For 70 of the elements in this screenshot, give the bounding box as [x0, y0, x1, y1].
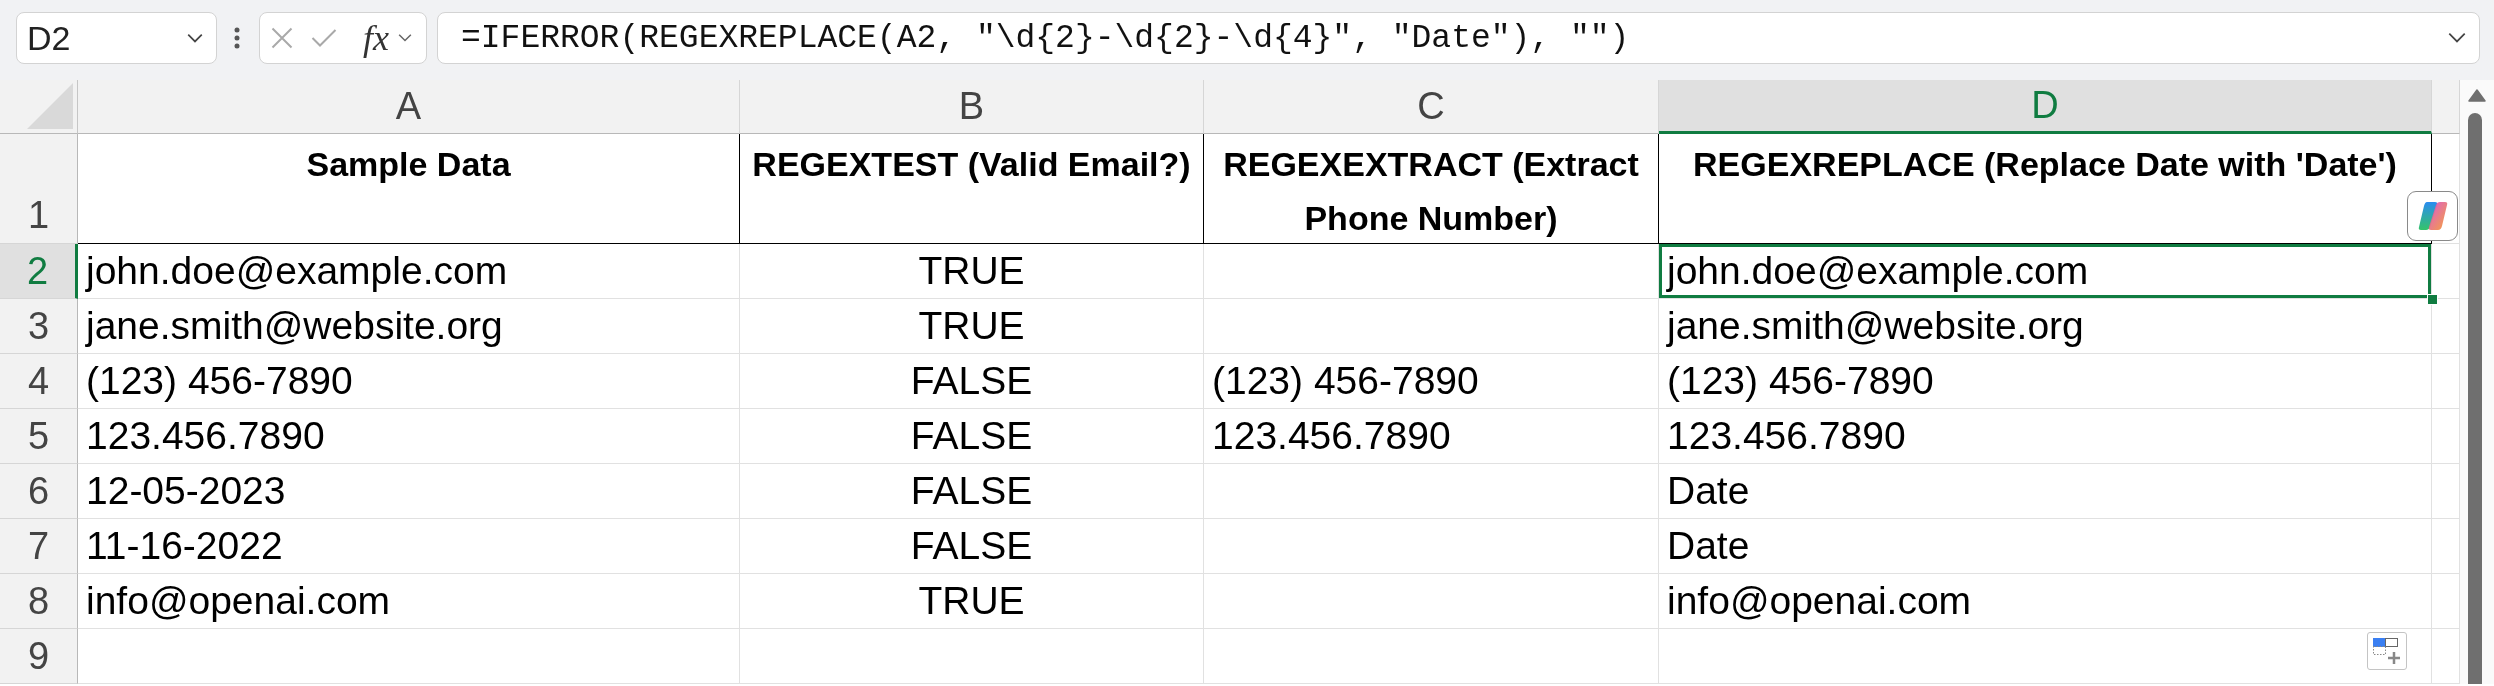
row-header[interactable]: 6 — [0, 464, 78, 519]
table-cell[interactable]: TRUE — [740, 244, 1204, 299]
empty-cell[interactable] — [1204, 464, 1659, 519]
table-cell[interactable]: Date — [1659, 519, 2432, 574]
assistant-button[interactable] — [2407, 191, 2458, 241]
chevron-down-icon[interactable] — [2447, 32, 2467, 44]
table-cell[interactable]: (123) 456-7890 — [78, 354, 740, 409]
table-cell[interactable]: john.doe@example.com — [1659, 244, 2432, 299]
fill-handle[interactable] — [2427, 294, 2438, 305]
column-header[interactable]: C — [1204, 80, 1659, 134]
colorful-loop-icon — [2417, 201, 2448, 231]
header-cell[interactable]: Sample Data — [78, 134, 740, 244]
empty-cell[interactable] — [2432, 299, 2460, 354]
chevron-down-icon[interactable] — [397, 33, 413, 43]
table-cell[interactable]: john.doe@example.com — [78, 244, 740, 299]
empty-cell[interactable] — [1204, 299, 1659, 354]
column-header[interactable] — [2432, 80, 2460, 134]
empty-cell[interactable] — [2432, 574, 2460, 629]
table-cell[interactable]: Date — [1659, 464, 2432, 519]
scrollbar-thumb[interactable] — [2468, 113, 2482, 684]
row-header[interactable]: 8 — [0, 574, 78, 629]
row-header[interactable]: 1 — [0, 134, 78, 244]
table-cell[interactable]: 12-05-2023 — [78, 464, 740, 519]
empty-cell[interactable] — [2432, 519, 2460, 574]
empty-cell[interactable] — [1204, 244, 1659, 299]
empty-cell[interactable] — [1204, 574, 1659, 629]
column-header[interactable]: A — [78, 80, 740, 134]
table-cell[interactable]: info@openai.com — [78, 574, 740, 629]
table-cell[interactable]: FALSE — [740, 354, 1204, 409]
table-cell[interactable]: 123.456.7890 — [78, 409, 740, 464]
table-cell[interactable]: TRUE — [740, 574, 1204, 629]
row-header[interactable]: 4 — [0, 354, 78, 409]
column-header[interactable]: B — [740, 80, 1204, 134]
chevron-down-icon[interactable] — [186, 32, 204, 44]
table-cell[interactable]: FALSE — [740, 409, 1204, 464]
table-cell[interactable]: FALSE — [740, 519, 1204, 574]
header-cell[interactable]: REGEXEXTRACT (Extract Phone Number) — [1204, 134, 1659, 244]
vertical-dots-icon[interactable] — [234, 27, 240, 49]
name-box[interactable]: D2 — [16, 12, 217, 64]
table-cell[interactable]: TRUE — [740, 299, 1204, 354]
insert-function-button[interactable]: fx — [363, 18, 389, 58]
empty-cell[interactable] — [1204, 629, 1659, 684]
quick-analysis-button[interactable] — [2367, 632, 2407, 670]
empty-cell[interactable] — [1204, 519, 1659, 574]
column-header[interactable]: D — [1659, 80, 2432, 134]
table-cell[interactable]: info@openai.com — [1659, 574, 2432, 629]
table-cell[interactable]: 11-16-2022 — [78, 519, 740, 574]
row-header[interactable]: 9 — [0, 629, 78, 684]
row-header[interactable]: 5 — [0, 409, 78, 464]
scroll-up-arrow-icon[interactable] — [2468, 89, 2486, 102]
table-cell[interactable]: jane.smith@website.org — [78, 299, 740, 354]
row-header[interactable]: 3 — [0, 299, 78, 354]
table-cell[interactable]: 123.456.7890 — [1204, 409, 1659, 464]
formula-field[interactable]: =IFERROR(REGEXREPLACE(A2, "\d{2}-\d{2}-\d{4}", "Date"), "") — [437, 12, 2480, 64]
table-cell[interactable]: (123) 456-7890 — [1204, 354, 1659, 409]
table-cell[interactable]: 123.456.7890 — [1659, 409, 2432, 464]
empty-cell[interactable] — [2432, 354, 2460, 409]
table-cell[interactable]: (123) 456-7890 — [1659, 354, 2432, 409]
table-cell[interactable]: jane.smith@website.org — [1659, 299, 2432, 354]
table-plus-icon — [2373, 638, 2401, 664]
empty-cell[interactable] — [2432, 409, 2460, 464]
row-header[interactable]: 7 — [0, 519, 78, 574]
select-all-button[interactable] — [0, 80, 78, 134]
empty-cell[interactable] — [2432, 629, 2460, 684]
empty-cell[interactable] — [2432, 464, 2460, 519]
table-cell[interactable]: FALSE — [740, 464, 1204, 519]
header-cell[interactable]: REGEXTEST (Valid Email?) — [740, 134, 1204, 244]
empty-cell[interactable] — [740, 629, 1204, 684]
triangle-icon[interactable] — [26, 82, 74, 130]
row-header[interactable]: 2 — [0, 244, 78, 299]
